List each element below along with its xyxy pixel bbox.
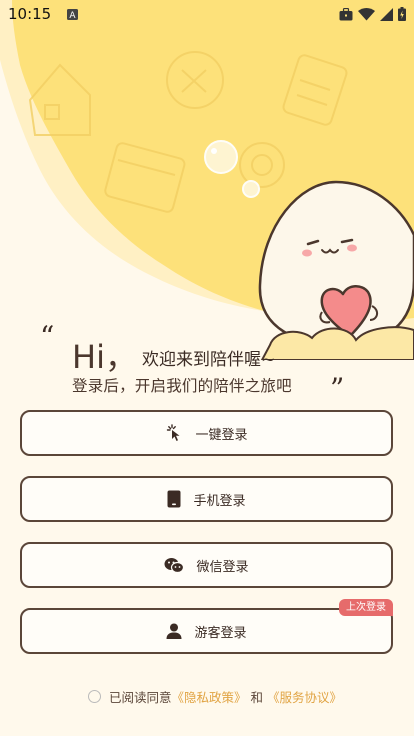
- agreement-prefix: 已阅读同意: [109, 690, 172, 705]
- svg-text:A: A: [70, 11, 77, 20]
- guest-login-button[interactable]: 游客登录 上次登录: [20, 599, 393, 654]
- wechat-login-button[interactable]: 微信登录: [20, 542, 393, 588]
- phone-login-label: 手机登录: [193, 493, 246, 509]
- battery-icon: [398, 7, 406, 21]
- a-square-icon: A: [67, 8, 79, 20]
- wifi-icon: [358, 7, 375, 20]
- tap-icon: [165, 424, 183, 442]
- greeting-hi: Hi，: [72, 338, 137, 376]
- hero-illustration: [0, 0, 414, 360]
- phone-icon: [167, 490, 181, 508]
- person-icon: [166, 623, 182, 639]
- one-click-login-label: 一键登录: [195, 427, 248, 443]
- greeting-subtitle: 登录后，开启我们的陪伴之旅吧: [72, 377, 292, 395]
- agreement-row: 已阅读同意 《隐私政策》 和 《服务协议》: [88, 687, 342, 706]
- last-login-badge: 上次登录: [339, 599, 393, 616]
- wechat-login-label: 微信登录: [196, 559, 249, 575]
- status-bar: 10:15 A: [0, 0, 414, 28]
- signal-icon: [380, 7, 393, 21]
- privacy-policy-link[interactable]: 《隐私政策》: [172, 687, 247, 706]
- one-click-login-button[interactable]: 一键登录: [20, 410, 393, 456]
- agreement-and: 和: [250, 690, 264, 705]
- wechat-icon: [164, 557, 185, 574]
- guest-login-label: 游客登录: [194, 625, 247, 641]
- briefcase-icon: [339, 7, 353, 20]
- agreement-radio[interactable]: [88, 690, 101, 703]
- quote-close: ”: [330, 372, 345, 405]
- service-agreement-link[interactable]: 《服务协议》: [267, 687, 342, 706]
- status-time: 10:15: [8, 5, 52, 23]
- greeting-welcome: 欢迎来到陪伴喔~: [142, 350, 276, 370]
- quote-open: “: [40, 320, 55, 353]
- phone-login-button[interactable]: 手机登录: [20, 476, 393, 522]
